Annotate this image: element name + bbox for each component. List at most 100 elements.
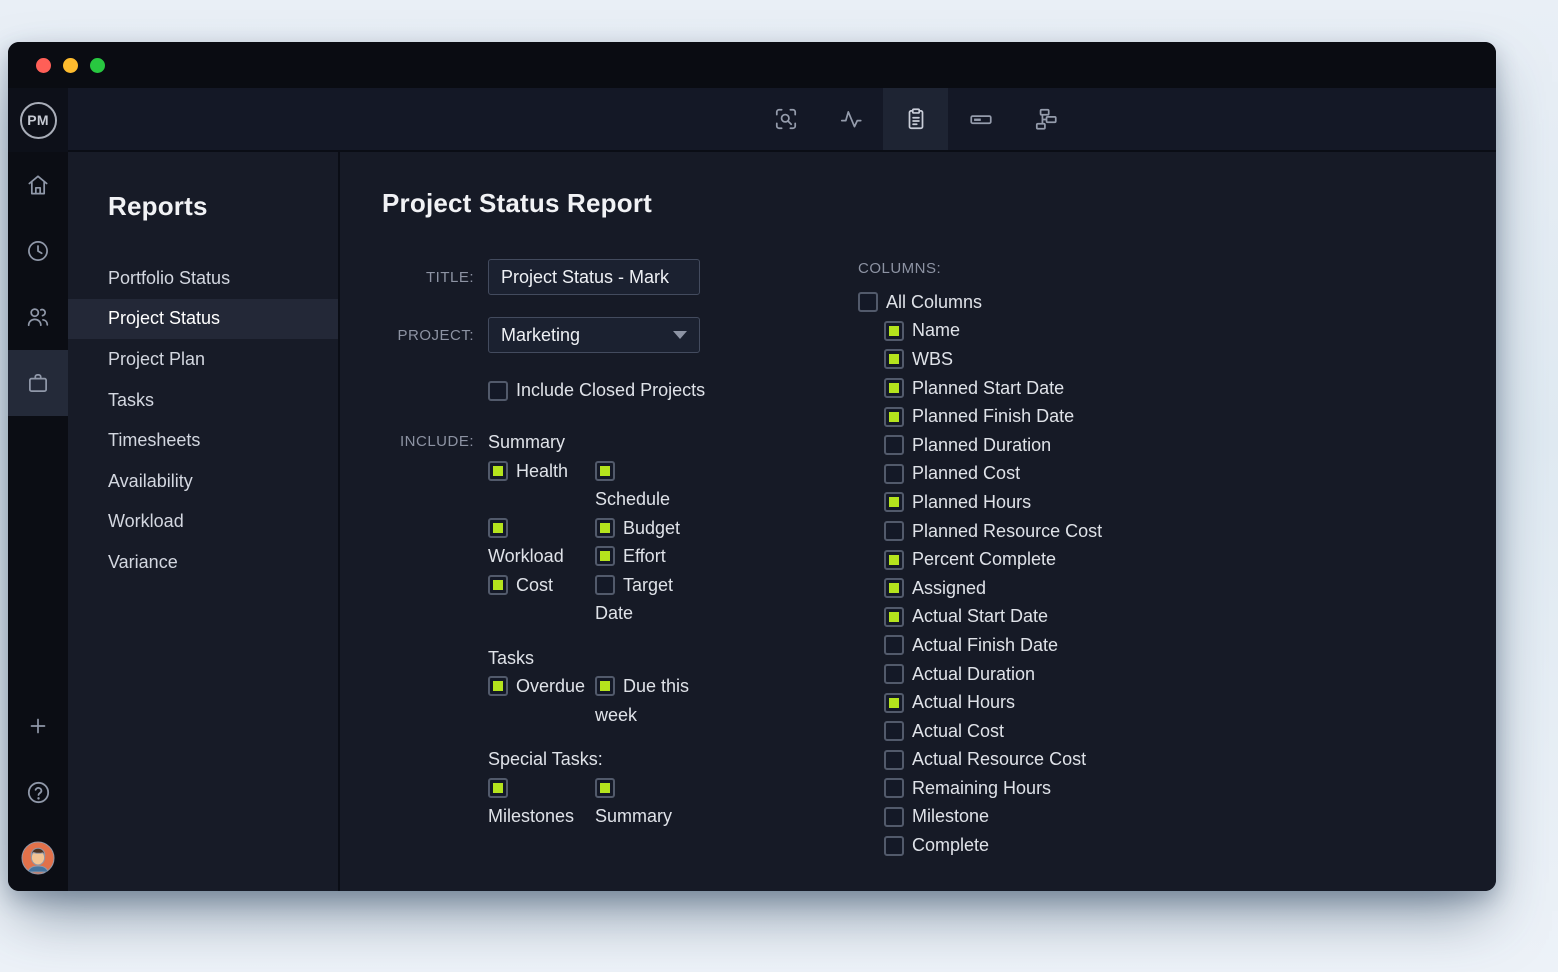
report-nav-item[interactable]: Timesheets [68,420,338,461]
column-option-checkbox[interactable] [884,750,904,770]
column-option[interactable]: Actual Cost [858,717,1198,746]
column-option[interactable]: Planned Cost [858,460,1198,489]
include-option[interactable]: Health [488,457,588,486]
column-option-checkbox[interactable] [884,635,904,655]
column-option[interactable]: Remaining Hours [858,774,1198,803]
include-option[interactable]: Summary [595,774,695,831]
column-option-label: Actual Resource Cost [912,749,1086,770]
column-option[interactable]: Actual Resource Cost [858,746,1198,775]
column-option-checkbox[interactable] [884,778,904,798]
include-option-checkbox[interactable] [595,461,615,481]
close-window-button[interactable] [36,58,51,73]
include-option[interactable]: Target Date [595,571,695,628]
include-option-checkbox[interactable] [488,575,508,595]
include-closed-projects-checkbox[interactable] [488,381,508,401]
column-option[interactable]: Name [858,317,1198,346]
include-option[interactable]: Schedule [595,457,695,514]
include-option-label: Health [516,461,568,481]
chevron-down-icon [673,331,687,339]
report-nav-item[interactable]: Workload [68,502,338,543]
column-option-checkbox[interactable] [884,349,904,369]
report-nav-item[interactable]: Portfolio Status [68,258,338,299]
column-option-checkbox[interactable] [884,321,904,341]
column-option-checkbox[interactable] [884,492,904,512]
toolbar-icon-group [753,88,1078,150]
column-option[interactable]: WBS [858,345,1198,374]
column-option-checkbox[interactable] [884,521,904,541]
column-option-checkbox[interactable] [884,378,904,398]
column-option-checkbox[interactable] [884,836,904,856]
column-option-checkbox[interactable] [884,550,904,570]
column-option-label: Planned Hours [912,492,1031,513]
include-option-checkbox[interactable] [595,546,615,566]
clock-icon[interactable] [8,218,68,284]
report-nav-item[interactable]: Availability [68,461,338,502]
report-clipboard-icon[interactable] [883,88,948,150]
column-option-checkbox[interactable] [884,435,904,455]
scan-search-icon[interactable] [753,88,818,150]
home-icon[interactable] [8,152,68,218]
pm-logo[interactable]: PM [8,88,68,152]
include-option[interactable]: Effort [595,542,695,571]
column-option[interactable]: Complete [858,831,1198,860]
column-option-checkbox[interactable] [884,407,904,427]
all-columns-option[interactable]: All Columns [858,288,1198,317]
column-option-checkbox[interactable] [884,664,904,684]
column-option-checkbox[interactable] [884,578,904,598]
include-option-checkbox[interactable] [595,575,615,595]
column-option-checkbox[interactable] [884,693,904,713]
include-option-label: Workload [488,546,564,566]
report-nav-item[interactable]: Project Status [68,299,338,340]
column-option-checkbox[interactable] [884,607,904,627]
team-icon[interactable] [8,284,68,350]
include-option-checkbox[interactable] [595,518,615,538]
include-option-checkbox[interactable] [595,778,615,798]
help-icon[interactable] [8,759,68,825]
column-option[interactable]: Actual Hours [858,688,1198,717]
report-nav-item-label: Portfolio Status [108,268,230,289]
gantt-bar-icon[interactable] [948,88,1013,150]
report-nav-item[interactable]: Tasks [68,380,338,421]
plus-icon[interactable] [8,693,68,759]
project-select[interactable]: Marketing [488,317,700,353]
include-option[interactable]: Cost [488,571,588,600]
column-option[interactable]: Percent Complete [858,545,1198,574]
briefcase-icon[interactable] [8,350,68,416]
column-option[interactable]: Planned Resource Cost [858,517,1198,546]
workflow-icon[interactable] [1013,88,1078,150]
activity-icon[interactable] [818,88,883,150]
report-title-input[interactable] [488,259,700,295]
column-option-checkbox[interactable] [884,807,904,827]
include-option[interactable]: Milestones [488,774,588,831]
column-option[interactable]: Actual Start Date [858,603,1198,632]
column-option[interactable]: Planned Finish Date [858,402,1198,431]
column-option[interactable]: Actual Duration [858,660,1198,689]
column-option[interactable]: Milestone [858,803,1198,832]
column-option[interactable]: Planned Hours [858,488,1198,517]
report-nav-item[interactable]: Variance [68,542,338,583]
include-option[interactable]: Overdue [488,672,588,701]
column-option-checkbox[interactable] [884,464,904,484]
user-avatar[interactable] [8,825,68,891]
include-closed-projects-option[interactable]: Include Closed Projects [488,380,705,401]
include-option-checkbox[interactable] [595,676,615,696]
column-option-checkbox[interactable] [884,721,904,741]
include-closed-projects-label: Include Closed Projects [516,380,705,401]
column-option[interactable]: Planned Duration [858,431,1198,460]
include-option-checkbox[interactable] [488,676,508,696]
include-option[interactable]: Budget [595,514,695,543]
all-columns-checkbox[interactable] [858,292,878,312]
column-option[interactable]: Assigned [858,574,1198,603]
minimize-window-button[interactable] [63,58,78,73]
summary-group-header: Summary [488,428,702,457]
include-option[interactable]: Due this week [595,672,695,729]
include-option[interactable]: Workload [488,514,588,571]
column-option[interactable]: Actual Finish Date [858,631,1198,660]
include-option-checkbox[interactable] [488,778,508,798]
include-option-checkbox[interactable] [488,461,508,481]
zoom-window-button[interactable] [90,58,105,73]
include-option-checkbox[interactable] [488,518,508,538]
column-option[interactable]: Planned Start Date [858,374,1198,403]
app-frame: PM [8,88,1496,891]
report-nav-item[interactable]: Project Plan [68,339,338,380]
